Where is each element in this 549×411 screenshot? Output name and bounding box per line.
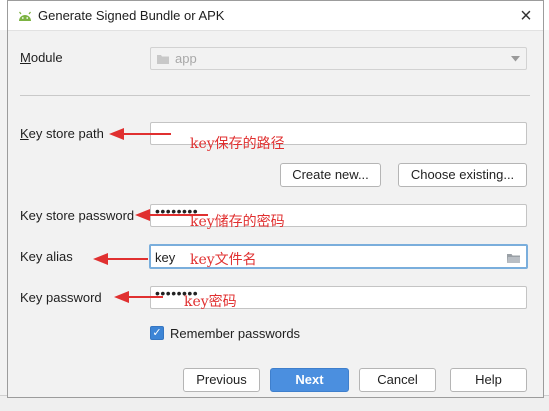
annotation-key-password: key密码 <box>184 294 237 310</box>
annotation-arrows <box>93 128 208 303</box>
generate-signed-bundle-dialog: Generate Signed Bundle or APK × Module a… <box>7 0 544 398</box>
annotation-key-store-password: key储存的密码 <box>190 214 285 230</box>
annotation-key-alias: key文件名 <box>190 252 257 268</box>
annotation-key-path: key保存的路径 <box>190 136 285 152</box>
